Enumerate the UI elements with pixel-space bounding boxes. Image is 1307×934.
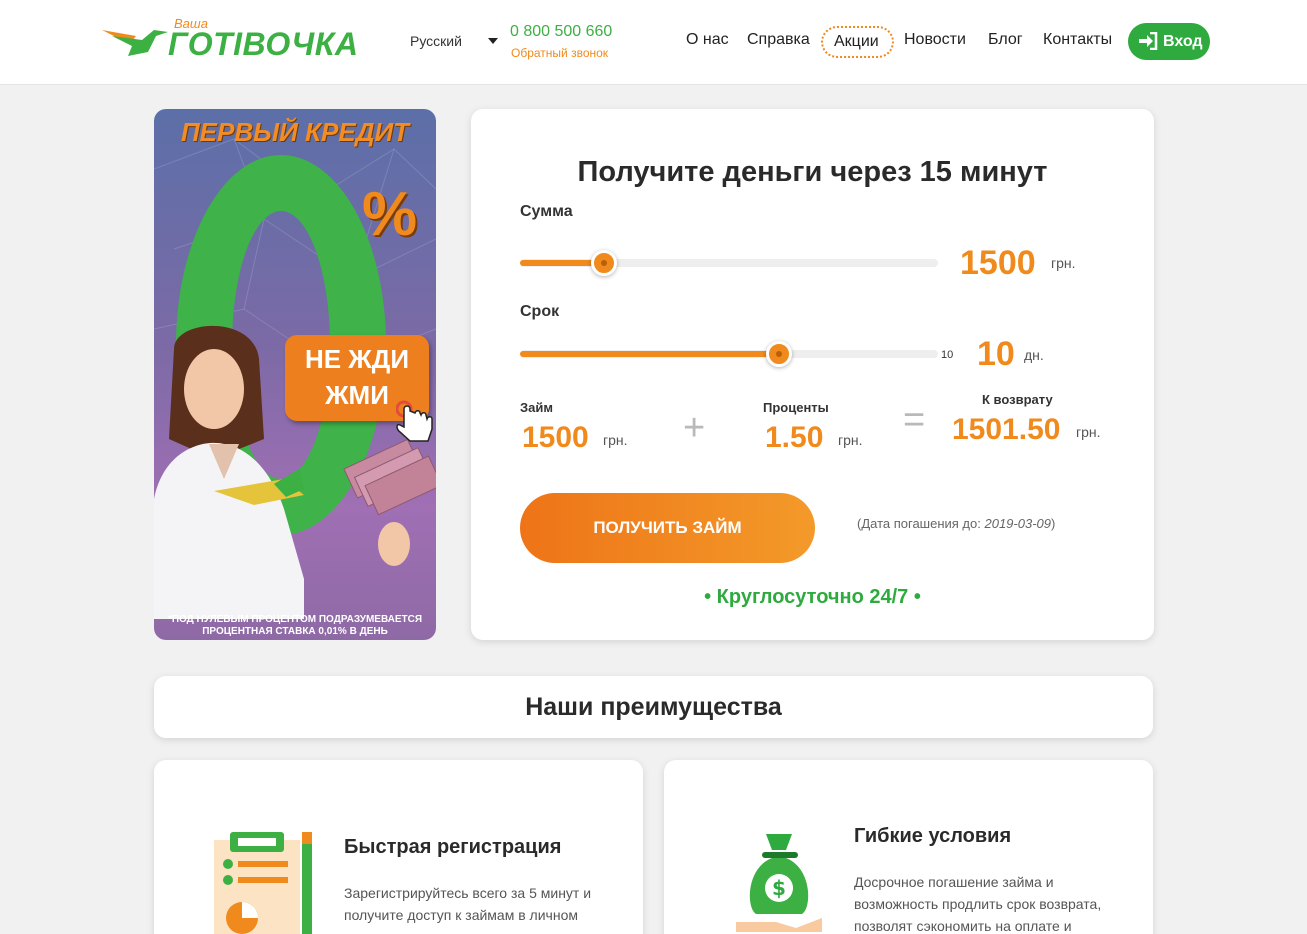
interest-label: Проценты: [763, 400, 829, 415]
term-slider-fill: [520, 351, 779, 357]
logo-bird-icon: [102, 30, 168, 56]
logo[interactable]: Ваша ГОТІВОЧКА: [102, 16, 362, 62]
caret-down-icon[interactable]: [488, 38, 498, 44]
loan-label: Займ: [520, 400, 553, 415]
advantage-title: Быстрая регистрация: [344, 836, 562, 858]
money-bag-icon: $: [736, 834, 822, 932]
language-select[interactable]: Русский: [410, 33, 462, 49]
advantage-text-line2: получите доступ к займам в личном: [344, 907, 578, 923]
calculator-title: Получите деньги через 15 минут: [577, 156, 1048, 188]
login-button[interactable]: Вход: [1128, 23, 1210, 60]
nav-promotions[interactable]: Акции: [834, 33, 879, 51]
round-clock-badge: • Круглосуточно 24/7 •: [704, 586, 921, 608]
nav-about[interactable]: О нас: [686, 31, 729, 49]
loan-unit: грн.: [603, 432, 628, 448]
advantage-text: Зарегистрируйтесь всего за 5 минут и пол…: [344, 882, 591, 926]
loan-value: 1500: [522, 421, 589, 454]
nav-news[interactable]: Новости: [904, 31, 966, 49]
term-slider-handle[interactable]: [766, 341, 792, 367]
term-label: Срок: [520, 303, 560, 320]
login-icon: [1139, 32, 1158, 50]
promo-title: ПЕРВЫЙ КРЕДИТ: [180, 117, 410, 147]
loan-calculator: Получите деньги через 15 минут Сумма 150…: [471, 109, 1154, 640]
sum-slider-handle[interactable]: [591, 250, 617, 276]
nav-blog[interactable]: Блог: [988, 31, 1023, 49]
nav-contacts[interactable]: Контакты: [1043, 31, 1112, 49]
promo-footnote: *ПОД НУЛЕВЫМ ПРОЦЕНТОМ ПОДРАЗУМЕВАЕТСЯ П…: [154, 614, 436, 638]
sum-unit: грн.: [1051, 255, 1076, 271]
advantage-title: Гибкие условия: [854, 825, 1012, 847]
promo-footnote-line1: *ПОД НУЛЕВЫМ ПРОЦЕНТОМ ПОДРАЗУМЕВАЕТСЯ: [167, 614, 423, 625]
advantage-text: Досрочное погашение займа и возможность …: [854, 871, 1101, 934]
interest-unit: грн.: [838, 432, 863, 448]
logo-text: ГОТІВОЧКА: [168, 26, 359, 62]
callback-link[interactable]: Обратный звонок: [511, 46, 608, 60]
login-label: Вход: [1163, 33, 1203, 50]
due-date-suffix: ): [1050, 516, 1056, 531]
get-loan-button[interactable]: ПОЛУЧИТЬ ЗАЙМ: [520, 493, 815, 563]
advantage-text-line1: Досрочное погашение займа и: [854, 874, 1054, 890]
promo-footnote-line2: ПРОЦЕНТНАЯ СТАВКА 0,01% В ДЕНЬ: [202, 626, 388, 637]
promo-cta-line1: НЕ ЖДИ: [304, 344, 410, 374]
term-tick-label: 10: [941, 349, 954, 361]
pointer-hand-icon: [396, 400, 433, 442]
advantage-text-line1: Зарегистрируйтесь всего за 5 минут и: [344, 885, 592, 901]
promo-banner[interactable]: ПЕРВЫЙ КРЕДИТ % НЕ ЖДИ ЖМИ *ПОД НУЛЕВЫМ …: [154, 109, 436, 640]
advantage-card-registration: Быстрая регистрация Зарегистрируйтесь вс…: [154, 760, 643, 934]
return-unit: грн.: [1076, 424, 1101, 440]
due-date-value: 2019-03-09: [984, 516, 1051, 531]
sum-value: 1500: [960, 244, 1036, 282]
advantage-card-flexible: $ Гибкие условия Досрочное погашение зай…: [664, 760, 1153, 934]
advantages-heading: Наши преимущества: [154, 676, 1153, 738]
due-date-prefix: (Дата погашения до:: [857, 516, 985, 531]
equals-sign: =: [903, 399, 926, 441]
advantage-text-line2: возможность продлить срок возврата,: [854, 896, 1102, 912]
plus-sign: +: [683, 407, 706, 449]
term-unit: дн.: [1024, 347, 1044, 363]
return-label: К возврату: [982, 392, 1053, 407]
registration-icon: [214, 832, 312, 934]
sum-label: Сумма: [520, 203, 573, 220]
phone-number[interactable]: 0 800 500 660: [510, 23, 612, 41]
interest-value: 1.50: [765, 421, 824, 454]
site-header: Ваша ГОТІВОЧКА Русский 0 800 500 660 Обр…: [0, 0, 1307, 85]
svg-text:$: $: [772, 876, 786, 900]
return-value: 1501.50: [952, 413, 1061, 446]
advantage-text-line3: позволят сэкономить на оплате и: [854, 918, 1072, 934]
percent-sign: %: [362, 180, 418, 249]
term-value: 10: [977, 335, 1015, 373]
due-date-note: (Дата погашения до: 2019-03-09): [857, 516, 1055, 531]
nav-help[interactable]: Справка: [747, 31, 810, 49]
